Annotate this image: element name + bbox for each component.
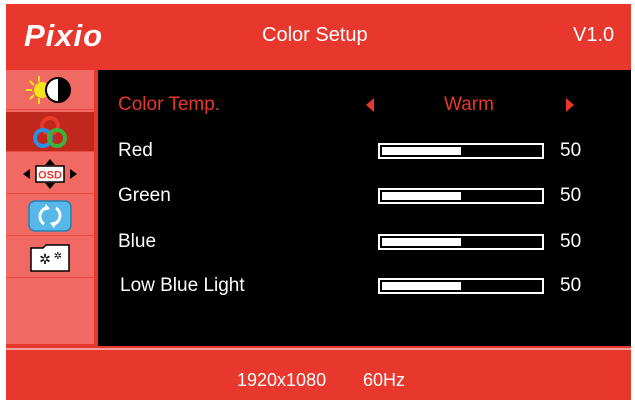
osd-move-icon: OSD: [23, 158, 77, 189]
arrow-right-icon[interactable]: [566, 98, 574, 112]
low-blue-light-slider[interactable]: [378, 278, 544, 294]
osd-sidebar: OSD ✲ ✲: [6, 70, 94, 344]
refresh-icon: [28, 199, 72, 232]
low-blue-light-slider-fill: [382, 282, 461, 290]
color-temp-value: Warm: [444, 94, 494, 115]
blue-slider-fill: [382, 238, 461, 246]
sidebar-item-reset[interactable]: [6, 196, 94, 236]
svg-text:✲: ✲: [54, 251, 62, 262]
sidebar-item-osd[interactable]: OSD: [6, 154, 94, 194]
red-slider-fill: [382, 147, 461, 155]
arrow-left-icon[interactable]: [366, 98, 374, 112]
blue-value: 50: [560, 231, 582, 252]
osd-header: Pixio Color Setup V1.0: [6, 4, 631, 66]
sidebar-item-settings[interactable]: ✲ ✲: [6, 238, 94, 278]
green-value: 50: [560, 185, 582, 206]
green-label: Green: [118, 185, 171, 206]
version-label: V1.0: [573, 24, 615, 46]
osd-footer: 1920x1080 60Hz: [6, 348, 631, 400]
red-value: 50: [560, 140, 582, 161]
svg-text:OSD: OSD: [38, 169, 62, 181]
red-label: Red: [118, 140, 153, 161]
low-blue-light-value: 50: [560, 275, 582, 296]
color-wheel-icon: [33, 115, 67, 148]
green-row[interactable]: Green 50: [98, 181, 631, 211]
brand-logo: Pixio: [24, 18, 104, 53]
osd-frame: Pixio Color Setup V1.0 OSD ✲ ✲ Color Tem…: [6, 4, 631, 400]
osd-content: Color Temp. Warm Red 50 Green 50 Blue 50…: [98, 70, 631, 346]
refresh-rate-label: 60Hz: [363, 370, 406, 390]
resolution-label: 1920x1080: [237, 370, 327, 390]
svg-text:✲: ✲: [39, 252, 51, 268]
blue-row[interactable]: Blue 50: [98, 227, 631, 257]
gears-icon: ✲ ✲: [30, 243, 70, 272]
blue-label: Blue: [118, 231, 157, 252]
sun-contrast-icon: [26, 75, 71, 104]
menu-title: Color Setup: [262, 24, 368, 46]
color-temp-label: Color Temp.: [118, 94, 221, 115]
red-row[interactable]: Red 50: [98, 136, 631, 166]
sidebar-item-color[interactable]: [6, 112, 94, 152]
red-slider[interactable]: [378, 143, 544, 159]
low-blue-light-row[interactable]: Low Blue Light 50: [98, 271, 631, 301]
green-slider-fill: [382, 192, 461, 200]
sidebar-item-brightness[interactable]: [6, 70, 94, 110]
low-blue-light-label: Low Blue Light: [120, 275, 245, 296]
color-temp-row[interactable]: Color Temp. Warm: [98, 90, 631, 120]
blue-slider[interactable]: [378, 234, 544, 250]
green-slider[interactable]: [378, 188, 544, 204]
